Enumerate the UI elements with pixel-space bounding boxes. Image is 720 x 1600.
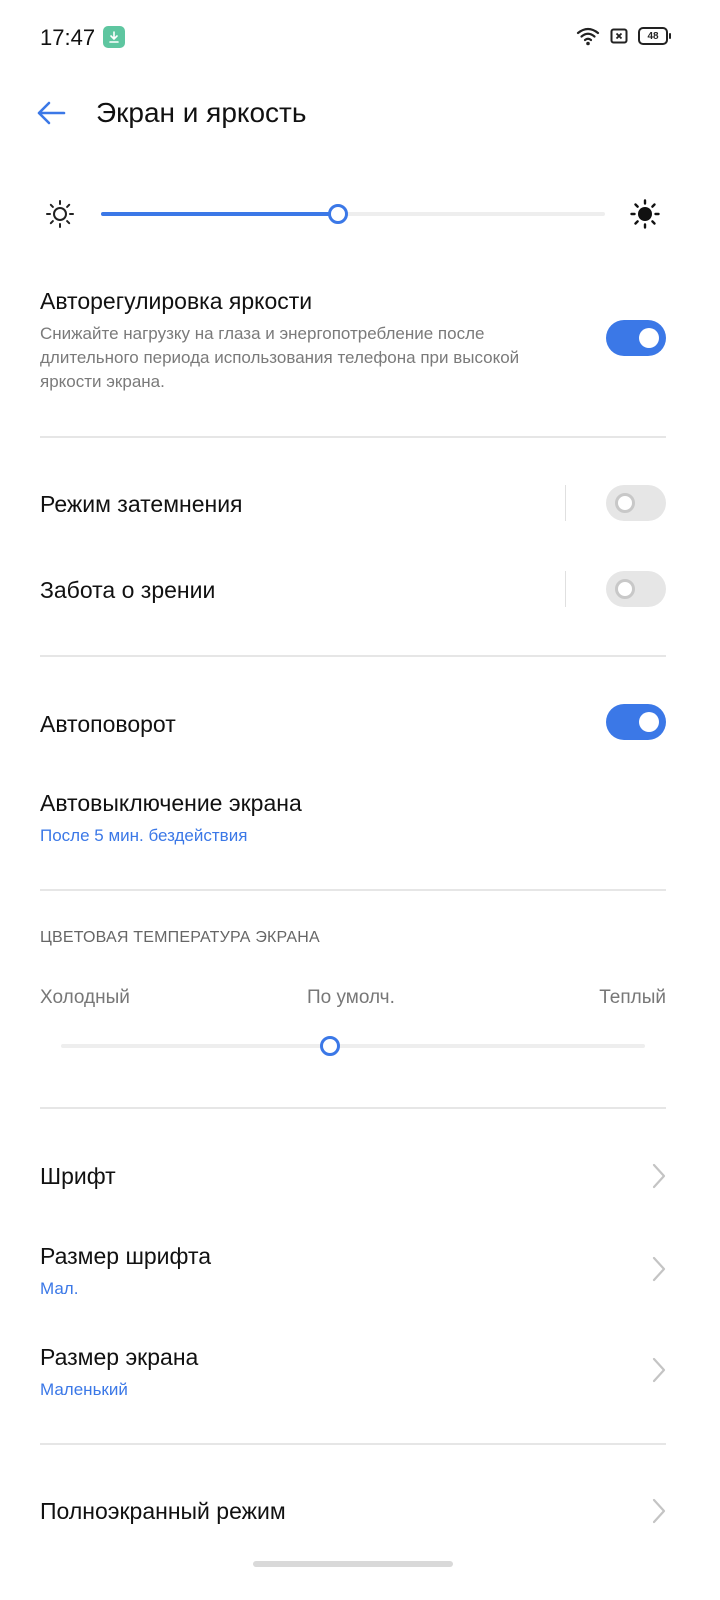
warm-label: Теплый	[599, 987, 666, 1008]
back-button[interactable]	[34, 96, 68, 130]
divider	[40, 889, 666, 891]
divider	[40, 436, 666, 438]
status-icons: 48	[576, 26, 671, 46]
color-temperature-slider[interactable]	[61, 1036, 645, 1056]
chevron-right-icon	[652, 1256, 666, 1282]
home-indicator[interactable]	[253, 1561, 453, 1567]
auto-brightness-row[interactable]: Авторегулировка яркости Снижайте нагрузк…	[40, 286, 560, 394]
auto-rotate-toggle[interactable]	[606, 704, 666, 740]
cold-label: Холодный	[40, 987, 130, 1008]
dark-mode-title: Режим затемнения	[40, 491, 243, 517]
divider	[40, 655, 666, 657]
battery-icon: 48	[638, 27, 671, 45]
font-title: Шрифт	[40, 1163, 116, 1189]
wifi-icon	[576, 27, 600, 46]
download-icon	[103, 26, 125, 48]
display-size-title: Размер экрана	[40, 1344, 199, 1370]
display-size-row[interactable]: Размер экрана Маленький	[40, 1342, 198, 1402]
brightness-slider-fill	[101, 212, 338, 216]
auto-brightness-description: Снижайте нагрузку на глаза и энергопотре…	[40, 324, 520, 391]
display-size-value: Маленький	[40, 1380, 128, 1399]
font-row[interactable]: Шрифт	[40, 1161, 666, 1193]
screenshot-icon	[610, 28, 628, 44]
page-title: Экран и яркость	[96, 97, 307, 128]
battery-level: 48	[647, 30, 659, 42]
fullscreen-title: Полноэкранный режим	[40, 1498, 286, 1524]
separator	[565, 485, 566, 521]
arrow-left-icon	[37, 101, 66, 125]
color-temperature-slider-thumb[interactable]	[319, 1036, 340, 1056]
chevron-right-icon	[652, 1498, 666, 1524]
font-size-title: Размер шрифта	[40, 1243, 212, 1269]
brightness-slider-thumb[interactable]	[327, 204, 348, 224]
auto-brightness-toggle[interactable]	[606, 320, 666, 356]
brightness-slider[interactable]	[101, 204, 605, 224]
sun-filled-icon	[630, 199, 660, 234]
eye-care-title: Забота о зрении	[40, 577, 216, 603]
default-label: По умолч.	[307, 987, 395, 1008]
auto-rotate-title: Автоповорот	[40, 711, 176, 737]
font-size-row[interactable]: Размер шрифта Мал.	[40, 1241, 211, 1301]
auto-brightness-title: Авторегулировка яркости	[40, 288, 313, 314]
color-temperature-caption: ЦВЕТОВАЯ ТЕМПЕРАТУРА ЭКРАНА	[40, 929, 320, 946]
chevron-right-icon	[652, 1163, 666, 1189]
divider	[40, 1443, 666, 1445]
font-size-value: Мал.	[40, 1279, 79, 1298]
separator	[565, 571, 566, 607]
status-time: 17:47	[40, 25, 96, 50]
screen-timeout-row[interactable]: Автовыключение экрана После 5 мин. безде…	[40, 788, 302, 848]
chevron-right-icon	[652, 1357, 666, 1383]
eye-care-toggle[interactable]	[606, 571, 666, 607]
screen-timeout-title: Автовыключение экрана	[40, 790, 302, 816]
fullscreen-row[interactable]: Полноэкранный режим	[40, 1496, 286, 1526]
sun-outline-icon	[45, 199, 75, 234]
dark-mode-toggle[interactable]	[606, 485, 666, 521]
screen-timeout-value: После 5 мин. бездействия	[40, 826, 248, 845]
divider	[40, 1107, 666, 1109]
